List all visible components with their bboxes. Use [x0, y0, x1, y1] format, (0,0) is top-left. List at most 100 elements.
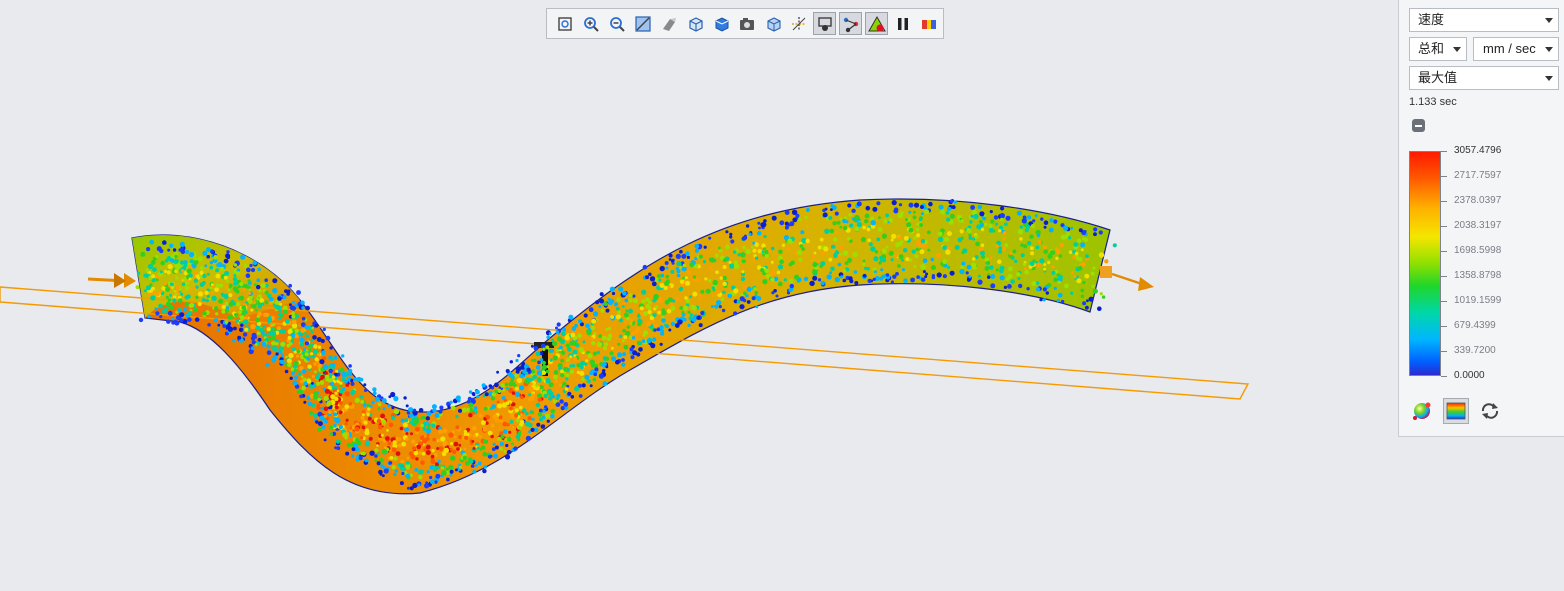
particle: [1098, 252, 1105, 258]
particle: [449, 400, 453, 404]
particle: [685, 251, 690, 256]
zoom-in-button[interactable]: [579, 12, 602, 35]
particle: [788, 278, 794, 284]
color-sphere-button[interactable]: [1409, 398, 1435, 424]
particle: [319, 415, 325, 421]
camera-button[interactable]: [735, 12, 758, 35]
particle: [305, 341, 310, 346]
view-cube-button[interactable]: [683, 12, 706, 35]
particle: [862, 225, 866, 230]
particle: [854, 281, 859, 285]
particle: [207, 323, 211, 327]
particle: [535, 351, 541, 357]
particle: [496, 400, 500, 404]
particle: [296, 354, 300, 358]
particle: [570, 395, 575, 399]
zoom-fit-button[interactable]: [553, 12, 576, 35]
pause-button[interactable]: [891, 12, 914, 35]
axis-display-button[interactable]: [787, 12, 810, 35]
minus-icon: [1415, 124, 1422, 127]
legend-tick: [1441, 376, 1447, 377]
particle: [316, 337, 322, 342]
particle: [1092, 288, 1098, 294]
particle: [193, 259, 199, 265]
particle-trace-button[interactable]: [839, 12, 862, 35]
contour-warning-button[interactable]: [865, 12, 888, 35]
particle: [862, 273, 867, 278]
saved-views-button[interactable]: [761, 12, 784, 35]
legend-toggle-icon: [921, 19, 936, 29]
color-bar-button[interactable]: [1443, 398, 1469, 424]
particle: [784, 210, 790, 216]
particle: [614, 303, 617, 307]
particle: [426, 470, 430, 474]
particle: [980, 243, 985, 247]
particle: [279, 346, 284, 351]
particle: [682, 263, 687, 268]
particle: [197, 301, 202, 307]
particle: [832, 221, 837, 226]
particle: [819, 264, 823, 268]
particle: [837, 262, 842, 267]
zoom-out-button[interactable]: [605, 12, 628, 35]
particle: [299, 379, 304, 384]
particle: [1070, 270, 1075, 275]
particle: [277, 296, 282, 301]
particle: [617, 352, 622, 358]
reset-cycle-button[interactable]: [1477, 398, 1503, 424]
particle: [482, 427, 488, 432]
particle: [995, 268, 999, 272]
particle: [622, 339, 625, 343]
legend-toggle-button[interactable]: [917, 12, 940, 35]
particle: [457, 408, 463, 413]
particle: [385, 436, 390, 441]
particle: [214, 306, 219, 311]
particle: [243, 288, 246, 292]
particle: [653, 293, 659, 300]
particle: [313, 362, 317, 366]
component-select[interactable]: 总和: [1409, 37, 1467, 61]
particle: [328, 368, 333, 374]
legend-label: 679.4399: [1454, 320, 1496, 331]
display-style-button[interactable]: [709, 12, 732, 35]
3d-viewport[interactable]: [0, 0, 1398, 591]
particle: [202, 311, 207, 316]
probe-button[interactable]: [813, 12, 836, 35]
particle: [1018, 283, 1023, 289]
particle: [741, 259, 746, 264]
chevron-down-icon: [1545, 76, 1553, 81]
collapse-legend-button[interactable]: [1412, 119, 1425, 132]
particle: [247, 279, 251, 283]
window-zoom-button[interactable]: [631, 12, 654, 35]
particle: [483, 465, 488, 469]
particle: [294, 375, 299, 380]
particle: [442, 440, 448, 447]
particle: [266, 327, 271, 332]
particle: [1026, 215, 1032, 220]
particle: [1070, 291, 1074, 295]
particle: [671, 261, 675, 265]
statistic-select[interactable]: 最大值: [1409, 66, 1559, 90]
particle: [506, 436, 512, 442]
particle: [183, 263, 188, 268]
particle: [224, 301, 229, 306]
particle: [296, 290, 301, 295]
particle: [307, 401, 313, 407]
particle: [684, 276, 688, 280]
particle: [334, 396, 339, 402]
particle: [617, 342, 621, 346]
particle: [135, 285, 140, 290]
particle: [1017, 229, 1024, 235]
particle: [218, 298, 224, 304]
shading-button[interactable]: [657, 12, 680, 35]
particle: [720, 297, 725, 302]
particle: [1008, 266, 1013, 272]
particle: [250, 336, 256, 341]
particle: [1026, 287, 1030, 291]
quantity-select[interactable]: 速度: [1409, 8, 1559, 32]
unit-select[interactable]: mm / sec: [1473, 37, 1559, 61]
particle: [839, 245, 844, 250]
particle: [221, 293, 225, 297]
particle: [604, 342, 609, 347]
particle: [692, 305, 697, 311]
